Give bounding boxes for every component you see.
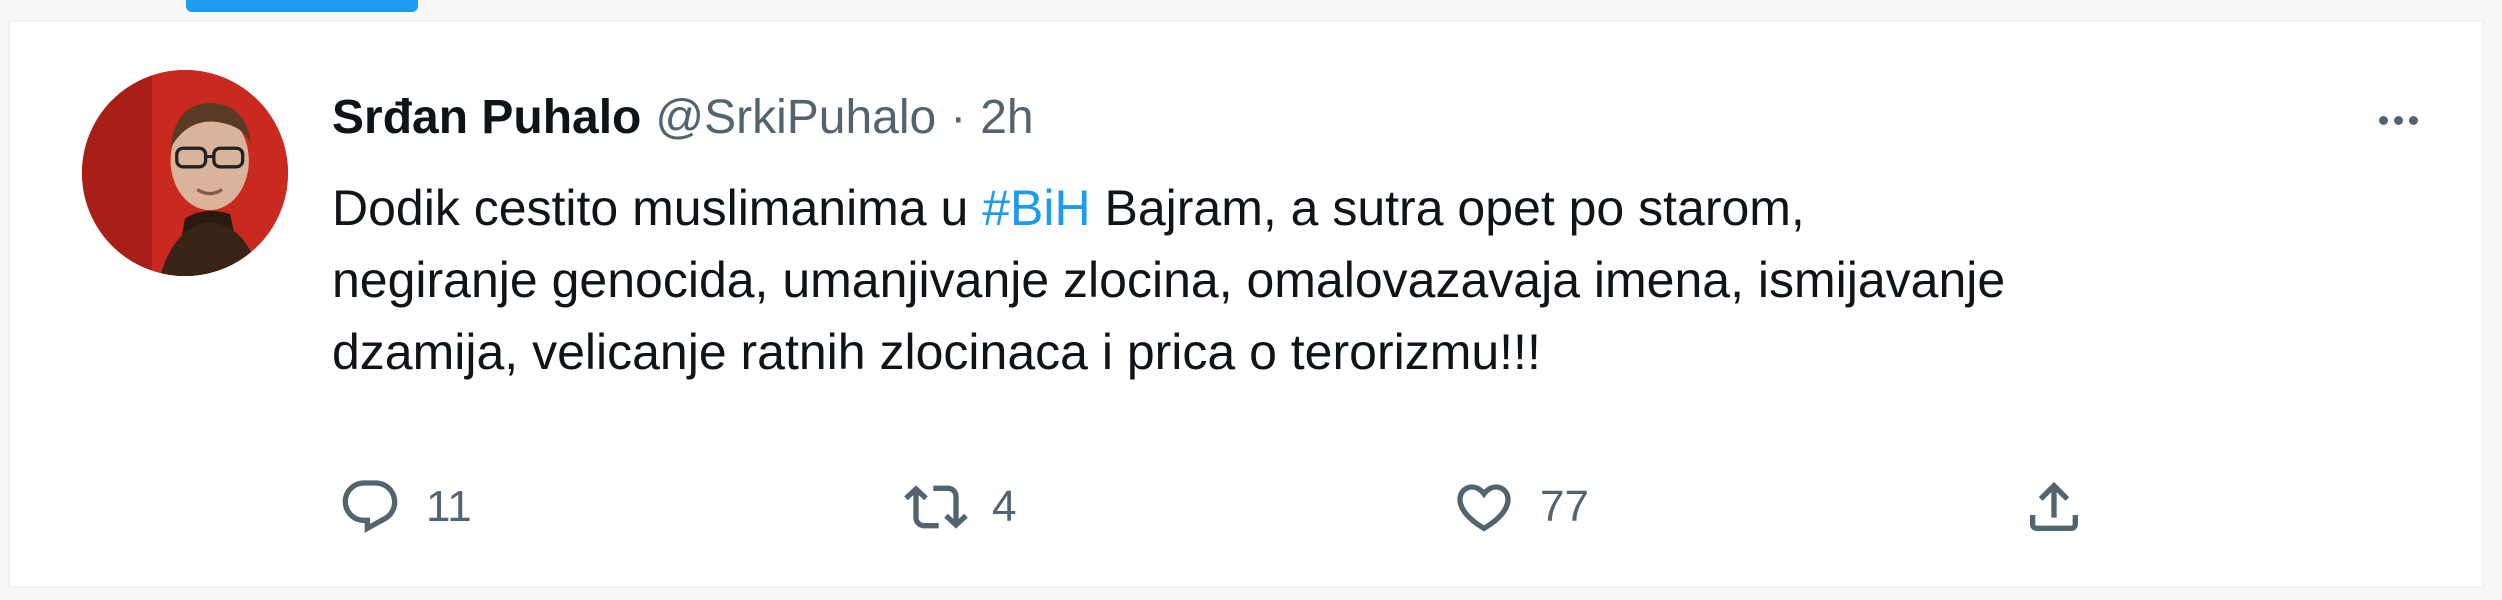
avatar[interactable] (82, 70, 288, 276)
tweet-timestamp[interactable]: 2h (980, 86, 1033, 150)
tweet-card[interactable]: Srđan Puhalo @SrkiPuhalo · 2h Dodik cest… (8, 20, 2484, 588)
share-icon (2030, 481, 2078, 531)
tweet-text-line-3: dzamija, velicanje ratnih zlocinaca i pr… (332, 324, 1541, 380)
more-horizontal-icon (2378, 115, 2388, 125)
avatar-image (82, 70, 288, 276)
like-count: 77 (1540, 482, 1589, 531)
author-handle[interactable]: @SrkiPuhalo (655, 86, 936, 150)
reply-icon (342, 480, 398, 533)
tweet-text-segment: Dodik cestito muslimanima u (332, 180, 983, 236)
reply-count: 11 (426, 482, 472, 531)
share-button[interactable] (2022, 472, 2086, 542)
retweet-button[interactable]: 4 (904, 472, 1016, 542)
tweet-text-line-1: Dodik cestito muslimanima u #BiH Bajram,… (332, 172, 2392, 244)
tweet-text-segment: Bajram, a sutra opet po starom, (1090, 180, 1805, 236)
tweet-text-line-2: negiranje genocida, umanjivanje zlocina,… (332, 252, 2006, 308)
header-separator: · (950, 91, 967, 144)
top-tab-indicator (186, 0, 418, 12)
more-horizontal-icon (2393, 115, 2403, 125)
tweet-text: Dodik cestito muslimanima u #BiH Bajram,… (332, 172, 2392, 388)
retweet-count: 4 (992, 482, 1017, 531)
more-options-button[interactable] (2362, 84, 2434, 156)
more-horizontal-icon (2408, 115, 2418, 125)
tweet-header: Srđan Puhalo @SrkiPuhalo · 2h (332, 86, 1034, 150)
reply-button[interactable]: 11 (338, 472, 472, 542)
heart-icon (1457, 484, 1511, 532)
author-display-name[interactable]: Srđan Puhalo (332, 86, 641, 150)
tweet-actions-bar: 11 4 77 (332, 472, 2132, 542)
hashtag-link[interactable]: #BiH (982, 180, 1090, 236)
retweet-icon (904, 485, 968, 529)
like-button[interactable]: 77 (1452, 472, 1589, 542)
